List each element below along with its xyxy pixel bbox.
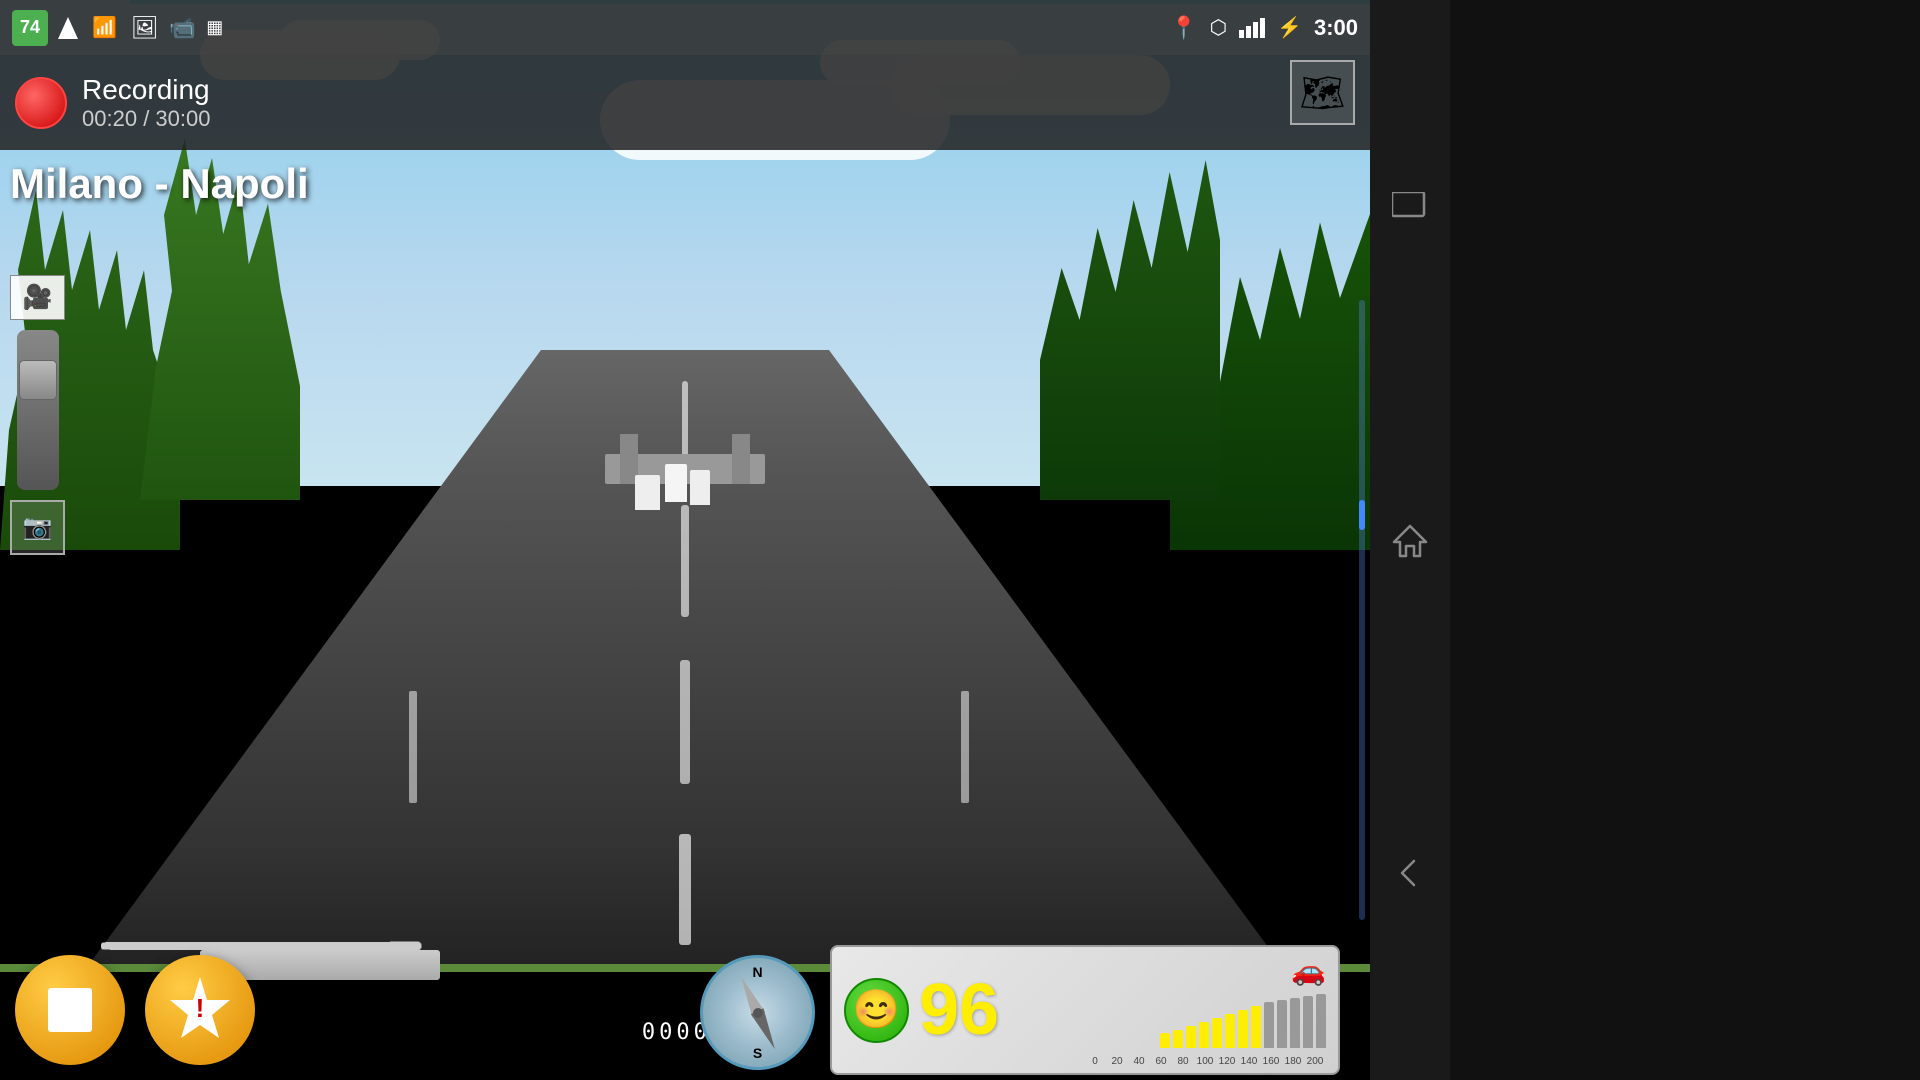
bar-9 xyxy=(1264,1002,1274,1048)
signal-bar-2 xyxy=(1246,26,1251,38)
compass-north-label: N xyxy=(752,964,762,980)
smiley-indicator: 😊 xyxy=(844,978,909,1043)
bar-3 xyxy=(1186,1026,1196,1048)
scale-label-140: 140 xyxy=(1238,1056,1260,1067)
rec-title: Recording xyxy=(82,74,210,106)
scale-labels: 0 20 40 60 80 100 120 140 160 180 200 xyxy=(1084,1056,1326,1067)
map-icon: 🗺 xyxy=(1300,72,1346,114)
rec-separator: / xyxy=(143,106,155,131)
scale-label-60: 60 xyxy=(1150,1056,1172,1067)
scroll-thumb xyxy=(1359,500,1365,530)
bar-11 xyxy=(1290,998,1300,1048)
compass: N S xyxy=(700,955,815,1070)
bar-8 xyxy=(1251,1006,1261,1048)
nav-arrow-icon xyxy=(58,17,78,39)
speed-number: 96 xyxy=(919,974,999,1046)
stop-button[interactable] xyxy=(15,955,125,1065)
video-icon: 🎥 xyxy=(23,283,53,312)
bar-1 xyxy=(1160,1033,1170,1048)
bar-5 xyxy=(1212,1018,1222,1048)
scroll-indicator xyxy=(1359,300,1365,920)
map-button[interactable]: 🗺 xyxy=(1290,60,1355,125)
truck-1 xyxy=(635,475,660,510)
rec-time: 00:20 / 30:00 xyxy=(82,106,210,132)
scale-label-120: 120 xyxy=(1216,1056,1238,1067)
nav-bar xyxy=(1370,0,1450,1080)
scale-label-0: 0 xyxy=(1084,1056,1106,1067)
main-camera-area: 74 📶 🖼 📹 ▦ 📍 ⬡ ⚡ xyxy=(0,0,1370,1080)
battery-icon: ⚡ xyxy=(1277,15,1302,40)
scale-label-180: 180 xyxy=(1282,1056,1304,1067)
smiley-icon: 😊 xyxy=(853,991,900,1029)
truck-3 xyxy=(690,470,710,505)
video-toggle-button[interactable]: 🎥 xyxy=(10,275,65,320)
back-button[interactable] xyxy=(1380,843,1440,903)
bottom-bar: ! 00000 N S 😊 xyxy=(0,940,1370,1080)
bar-4 xyxy=(1199,1022,1209,1048)
scale-label-200: 200 xyxy=(1304,1056,1326,1067)
speed-scale xyxy=(1160,993,1326,1048)
zoom-handle[interactable] xyxy=(19,360,57,400)
status-right: 📍 ⬡ ⚡ 3:00 xyxy=(1170,15,1358,41)
location-icon: 📍 xyxy=(1170,15,1197,41)
rec-total-time: 30:00 xyxy=(155,106,210,131)
recent-apps-button[interactable] xyxy=(1380,177,1440,237)
recording-bar: Recording 00:20 / 30:00 xyxy=(0,55,1370,150)
route-label: Milano - Napoli xyxy=(10,160,309,208)
compass-center-dot xyxy=(753,1008,763,1018)
photo-button[interactable]: 📷 xyxy=(10,500,65,555)
bluetooth-status-icon: ⬡ xyxy=(1210,15,1227,40)
scale-label-100: 100 xyxy=(1194,1056,1216,1067)
stop-icon xyxy=(48,988,92,1032)
status-left: 74 📶 🖼 📹 ▦ xyxy=(12,10,222,46)
car-icon: 🚗 xyxy=(1291,954,1326,987)
scale-label-40: 40 xyxy=(1128,1056,1150,1067)
rec-current-time: 00:20 xyxy=(82,106,137,131)
bar-7 xyxy=(1238,1010,1248,1048)
signal-bar-4 xyxy=(1260,18,1265,38)
zoom-slider[interactable] xyxy=(17,330,59,490)
time-display: 3:00 xyxy=(1314,15,1358,41)
signal-bar-1 xyxy=(1239,30,1244,38)
signal-bars xyxy=(1239,18,1265,38)
camera-icon: 📷 xyxy=(23,513,53,542)
bar-2 xyxy=(1173,1030,1183,1048)
truck-2 xyxy=(665,464,687,502)
compass-circle: N S xyxy=(700,955,815,1070)
home-button[interactable] xyxy=(1380,510,1440,570)
bar-6 xyxy=(1225,1014,1235,1048)
compass-south-label: S xyxy=(753,1045,762,1061)
home-icon xyxy=(1392,522,1428,558)
speed-panel: 😊 96 🚗 xyxy=(830,945,1340,1075)
rec-indicator xyxy=(15,77,67,129)
speed-right-panel: 🚗 xyxy=(1009,954,1326,1067)
image-icon: 🖼 xyxy=(131,15,159,41)
left-controls: 🎥 📷 xyxy=(10,275,65,555)
signal-bar-3 xyxy=(1253,22,1258,38)
bar-13 xyxy=(1316,994,1326,1048)
rec-text: Recording 00:20 / 30:00 xyxy=(82,74,210,132)
bluetooth-icon: 📶 xyxy=(92,15,117,40)
status-bar: 74 📶 🖼 📹 ▦ 📍 ⬡ ⚡ xyxy=(0,0,1370,55)
scale-label-160: 160 xyxy=(1260,1056,1282,1067)
scale-label-20: 20 xyxy=(1106,1056,1128,1067)
recent-apps-icon xyxy=(1392,192,1428,222)
bar-12 xyxy=(1303,996,1313,1048)
videocam-icon: 📹 xyxy=(169,15,196,41)
exclaim-text: ! xyxy=(196,993,205,1024)
grid-icon: ▦ xyxy=(206,17,222,38)
notification-badge: 74 xyxy=(12,10,48,46)
bar-10 xyxy=(1277,1000,1287,1048)
event-button[interactable]: ! xyxy=(145,955,255,1065)
event-burst: ! xyxy=(165,975,235,1045)
scale-label-80: 80 xyxy=(1172,1056,1194,1067)
back-icon xyxy=(1392,855,1428,891)
